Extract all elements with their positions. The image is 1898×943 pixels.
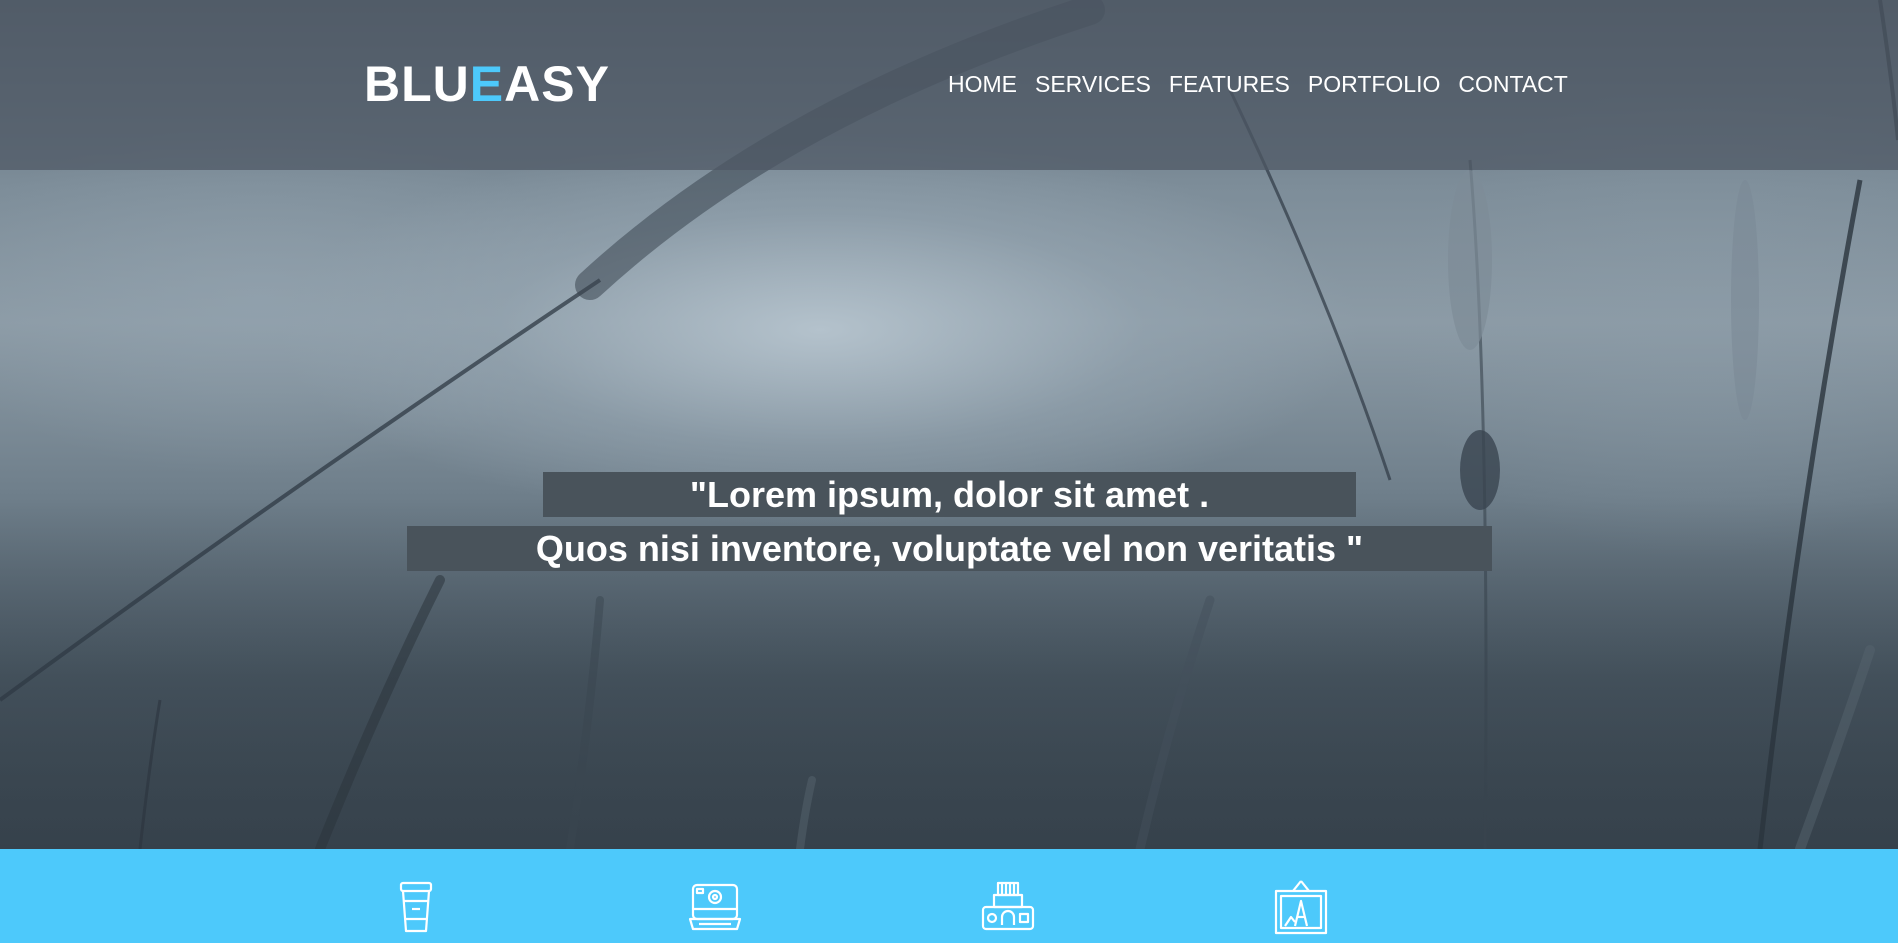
- nav-item-home[interactable]: HOME: [948, 70, 1017, 98]
- main-navigation: HOME SERVICES FEATURES PORTFOLIO CONTACT: [948, 70, 1586, 98]
- logo-text-start: BLU: [364, 56, 470, 112]
- logo-text-end: ASY: [504, 56, 610, 112]
- hero-quote-line-1: "Lorem ipsum, dolor sit amet .: [543, 472, 1356, 517]
- nav-item-contact[interactable]: CONTACT: [1458, 70, 1567, 98]
- coffee-cup-icon: [399, 881, 433, 933]
- site-header: BLUEASY HOME SERVICES FEATURES PORTFOLIO…: [0, 0, 1898, 170]
- site-logo[interactable]: BLUEASY: [364, 56, 610, 112]
- instant-camera-icon: [688, 883, 742, 931]
- logo-text-accent: E: [469, 56, 505, 112]
- slr-camera-icon: [981, 881, 1035, 931]
- hero-quote-line-2: Quos nisi inventore, voluptate vel non v…: [407, 526, 1492, 571]
- nav-item-features[interactable]: FEATURES: [1169, 70, 1290, 98]
- nav-item-portfolio[interactable]: PORTFOLIO: [1308, 70, 1441, 98]
- nav-item-services[interactable]: SERVICES: [1035, 70, 1151, 98]
- framed-picture-icon: [1274, 880, 1328, 935]
- services-strip: [0, 849, 1898, 943]
